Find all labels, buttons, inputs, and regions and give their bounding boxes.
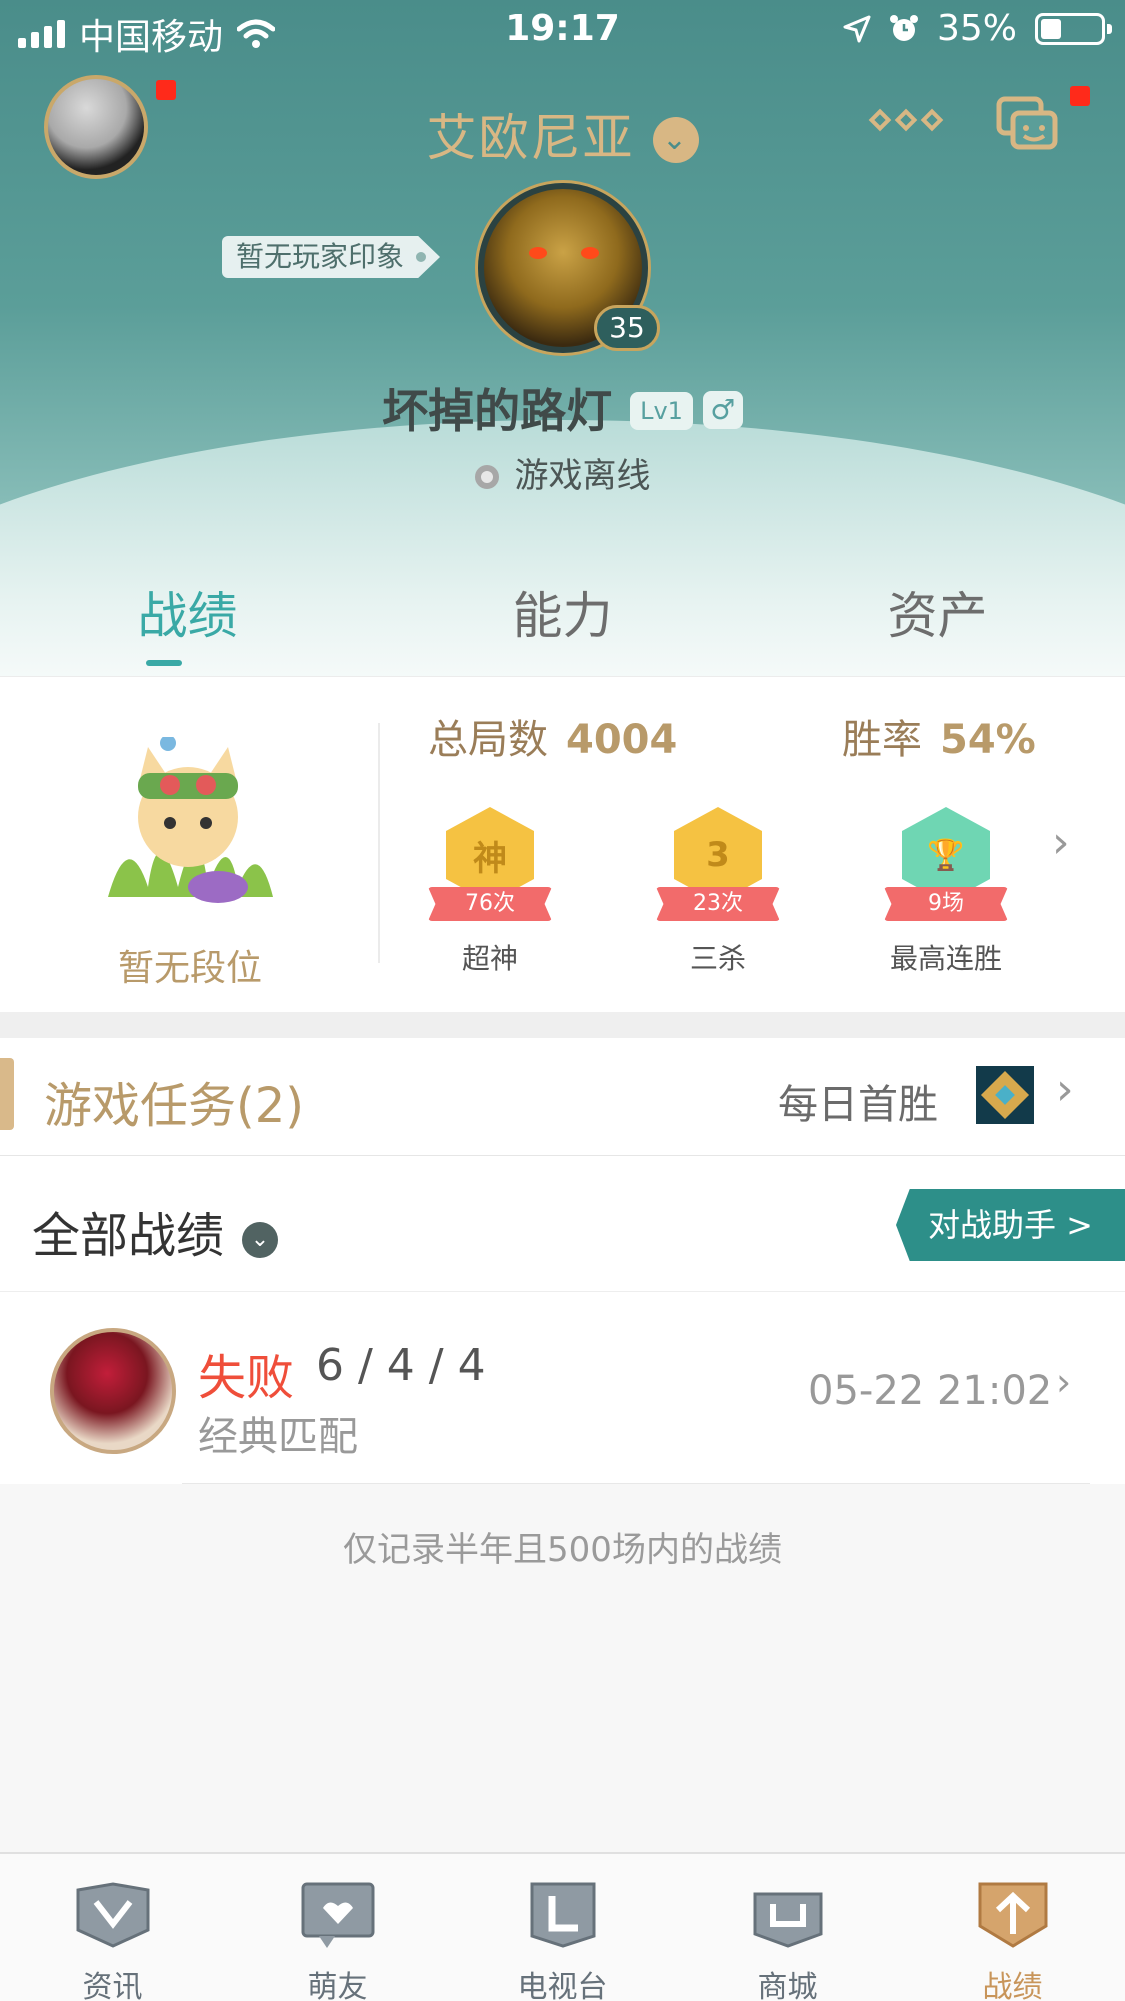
section-gap <box>0 1012 1125 1038</box>
chat-notification-dot <box>1070 86 1090 106</box>
medal-legendary[interactable]: 神 76次 超神 <box>420 797 560 997</box>
medal-win-streak[interactable]: 🏆 9场 最高连胜 <box>876 797 1016 997</box>
match-divider <box>182 1483 1090 1484</box>
rank-label: 暂无段位 <box>117 948 262 989</box>
chevron-down-icon: ⌄ <box>652 117 699 163</box>
nav-label: 战绩 <box>982 1970 1043 2001</box>
location-icon <box>843 15 871 42</box>
stats-card: 暂无段位 总局数 4004 胜率 54% 神 76次 超神 3 23次 三杀 🏆 9… <box>0 676 1125 1012</box>
chevron-down-icon: ⌄ <box>242 1222 279 1258</box>
nav-shop[interactable]: 商城 <box>675 1854 900 2001</box>
shop-icon <box>753 1892 822 1948</box>
server-selector[interactable]: 艾欧尼亚 ⌄ <box>0 98 1125 170</box>
nav-label: 萌友 <box>307 1970 368 2001</box>
player-name-row: 坏掉的路灯 Lv1 ♂ <box>0 375 1125 441</box>
tab-assets[interactable]: 资产 <box>750 580 1125 676</box>
battery-fill <box>1041 18 1061 39</box>
battery-icon <box>1035 12 1112 45</box>
male-icon: ♂ <box>702 391 743 429</box>
total-games: 总局数 4004 <box>428 707 677 765</box>
status-bar: 中国移动 19:17 35% <box>0 0 1125 60</box>
match-time: 05-22 21:02 <box>808 1368 1053 1414</box>
nav-label: 商城 <box>757 1970 818 2001</box>
player-lv-badge: Lv1 <box>630 392 693 430</box>
match-list-item[interactable]: 失败 6 / 4 / 4 经典匹配 05-22 21:02 › <box>0 1292 1125 1484</box>
match-kda: 6 / 4 / 4 <box>316 1340 486 1391</box>
online-status-text: 游戏离线 <box>514 456 651 496</box>
chevron-right-icon[interactable]: › <box>1052 817 1070 868</box>
impression-text: 暂无玩家印象 <box>236 240 405 273</box>
chat-icon[interactable] <box>996 96 1060 156</box>
record-limit-note: 仅记录半年且500场内的战绩 <box>343 1530 782 1570</box>
medal-count: 23次 <box>656 887 780 921</box>
nav-tv[interactable]: 电视台 <box>450 1854 675 2001</box>
battery-percent: 35% <box>936 8 1017 49</box>
news-icon <box>76 1882 149 1948</box>
match-mode: 经典匹配 <box>198 1414 358 1460</box>
chevron-right-icon: › <box>1056 1360 1072 1404</box>
total-games-value: 4004 <box>566 717 678 763</box>
player-name: 坏掉的路灯 <box>382 384 613 438</box>
winrate: 胜率 54% <box>842 707 1036 765</box>
records-filter[interactable]: 全部战绩 ⌄ <box>32 1196 279 1266</box>
stats-divider <box>378 723 380 963</box>
offline-dot-icon <box>474 465 499 489</box>
game-tasks-row[interactable]: 游戏任务(2) 每日首胜 › <box>0 1038 1125 1156</box>
champion-avatar <box>50 1328 176 1454</box>
medal-name: 三杀 <box>689 942 746 975</box>
match-result: 失败 <box>198 1350 295 1406</box>
chevron-right-icon: › <box>1056 1064 1074 1115</box>
tv-icon <box>530 1882 595 1948</box>
tab-ability[interactable]: 能力 <box>375 580 750 676</box>
medal-triple-kill[interactable]: 3 23次 三杀 <box>648 797 788 997</box>
rank-mascot-icon[interactable] <box>98 737 278 907</box>
profile-tabs: 战绩 能力 资产 <box>0 580 1125 676</box>
player-impression-tag[interactable]: 暂无玩家印象 <box>222 236 441 278</box>
tab-records[interactable]: 战绩 <box>0 580 375 676</box>
nav-friends[interactable]: 萌友 <box>225 1854 450 2001</box>
daily-win-icon <box>976 1066 1034 1124</box>
bottom-nav: 资讯 萌友 电视台 商城 战绩 <box>0 1852 1125 2001</box>
medal-name: 最高连胜 <box>889 942 1002 975</box>
winrate-label: 胜率 <box>842 717 922 763</box>
status-right: 35% <box>843 8 1112 49</box>
online-status: 游戏离线 <box>0 448 1125 497</box>
server-name: 艾欧尼亚 <box>426 109 635 167</box>
record-icon <box>978 1882 1047 1948</box>
impression-dot <box>416 252 427 262</box>
more-options-icon[interactable] <box>868 108 944 132</box>
daily-first-win-label: 每日首胜 <box>778 1082 938 1128</box>
tasks-accent-bar <box>0 1058 14 1130</box>
medal-count: 9场 <box>884 887 1008 921</box>
nav-label: 资讯 <box>82 1970 143 2001</box>
winrate-value: 54% <box>940 717 1036 763</box>
medal-name: 超神 <box>461 942 518 975</box>
friends-icon <box>301 1882 374 1948</box>
summoner-level-badge: 35 <box>594 305 660 351</box>
battle-assistant-button[interactable]: 对战助手 > <box>896 1189 1125 1261</box>
tasks-title: 游戏任务(2) <box>44 1078 304 1134</box>
nav-label: 电视台 <box>517 1970 608 2001</box>
nav-news[interactable]: 资讯 <box>0 1854 225 2001</box>
records-title: 全部战绩 <box>32 1208 225 1264</box>
notification-dot <box>156 80 176 100</box>
profile-icon-eyes <box>529 247 599 267</box>
total-games-label: 总局数 <box>428 717 548 763</box>
alarm-icon <box>889 14 918 41</box>
nav-records[interactable]: 战绩 <box>900 1854 1125 2001</box>
all-records-row: 全部战绩 ⌄ 对战助手 > <box>0 1156 1125 1292</box>
medal-count: 76次 <box>428 887 552 921</box>
